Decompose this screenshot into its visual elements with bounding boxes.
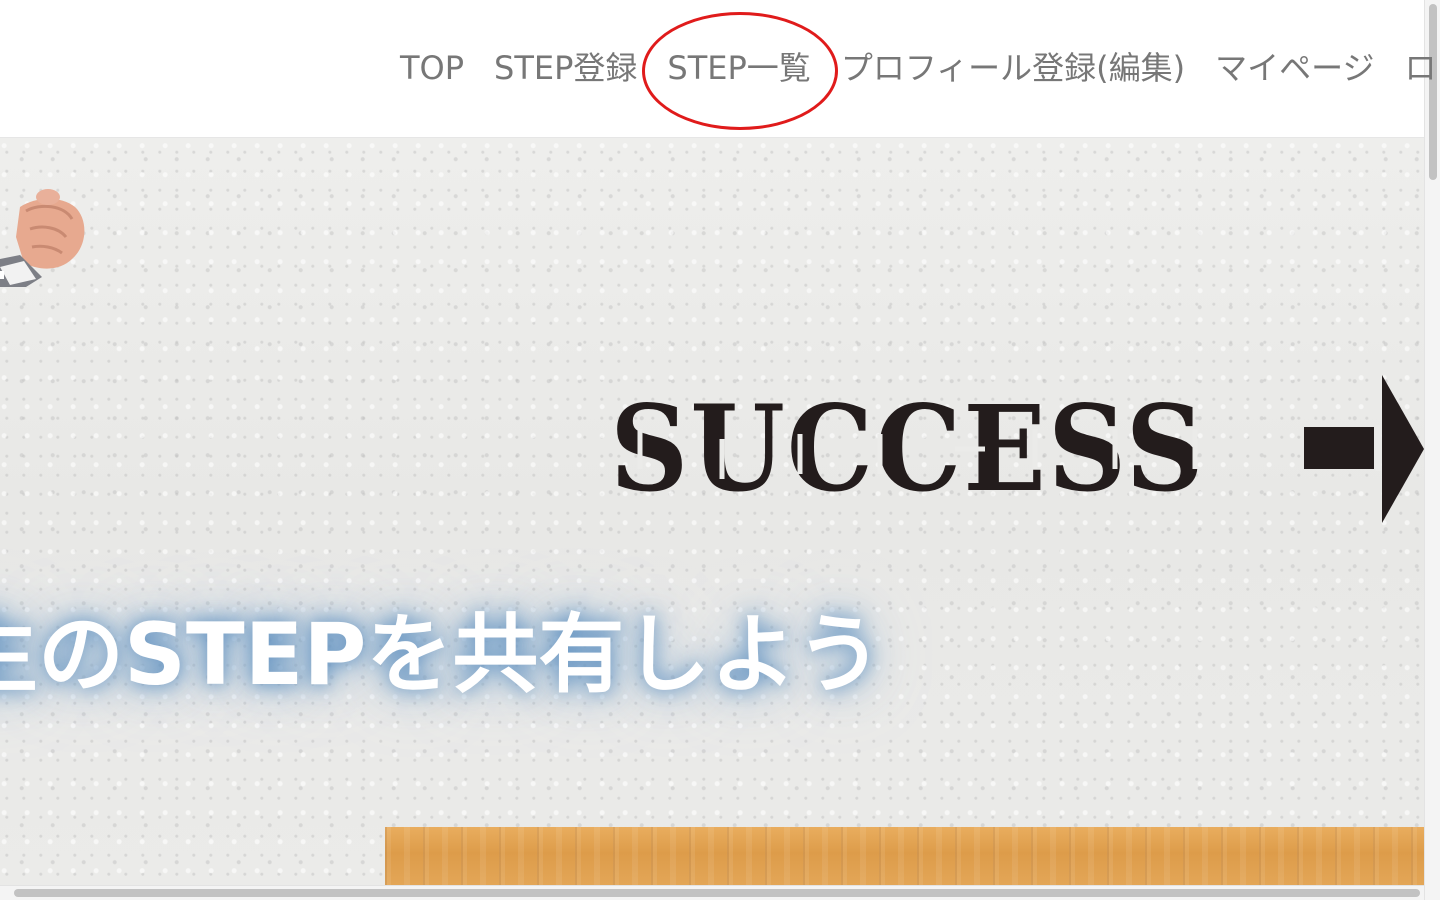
hero-tagline: 生のSTEPを共有しよう xyxy=(0,605,883,705)
wood-plank xyxy=(385,827,1424,885)
nav-item-mypage[interactable]: マイページ xyxy=(1215,44,1374,92)
site-header: TOP STEP登録 STEP一覧 プロフィール登録(編集) マイページ ロ xyxy=(0,0,1437,138)
page: TOP STEP登録 STEP一覧 プロフィール登録(編集) マイページ ロ S… xyxy=(0,0,1440,900)
horizontal-scrollbar-thumb[interactable] xyxy=(14,889,1420,897)
pointing-hand-icon xyxy=(0,189,85,287)
nav-item-profile-edit[interactable]: プロフィール登録(編集) xyxy=(841,44,1185,92)
nav-item-logout[interactable]: ロ xyxy=(1405,44,1437,92)
hero-banner: SUCCESS 生のSTEPを共有しよう xyxy=(0,137,1424,885)
nav-item-top[interactable]: TOP xyxy=(400,44,464,92)
hero-success-word: SUCCESS xyxy=(610,379,1206,518)
vertical-scrollbar-thumb[interactable] xyxy=(1429,4,1437,180)
main-nav: TOP STEP登録 STEP一覧 プロフィール登録(編集) マイページ ロ xyxy=(400,44,1440,92)
right-arrow-icon xyxy=(1304,375,1424,523)
nav-item-step-list[interactable]: STEP一覧 xyxy=(667,44,810,92)
nav-item-step-register[interactable]: STEP登録 xyxy=(494,44,637,92)
